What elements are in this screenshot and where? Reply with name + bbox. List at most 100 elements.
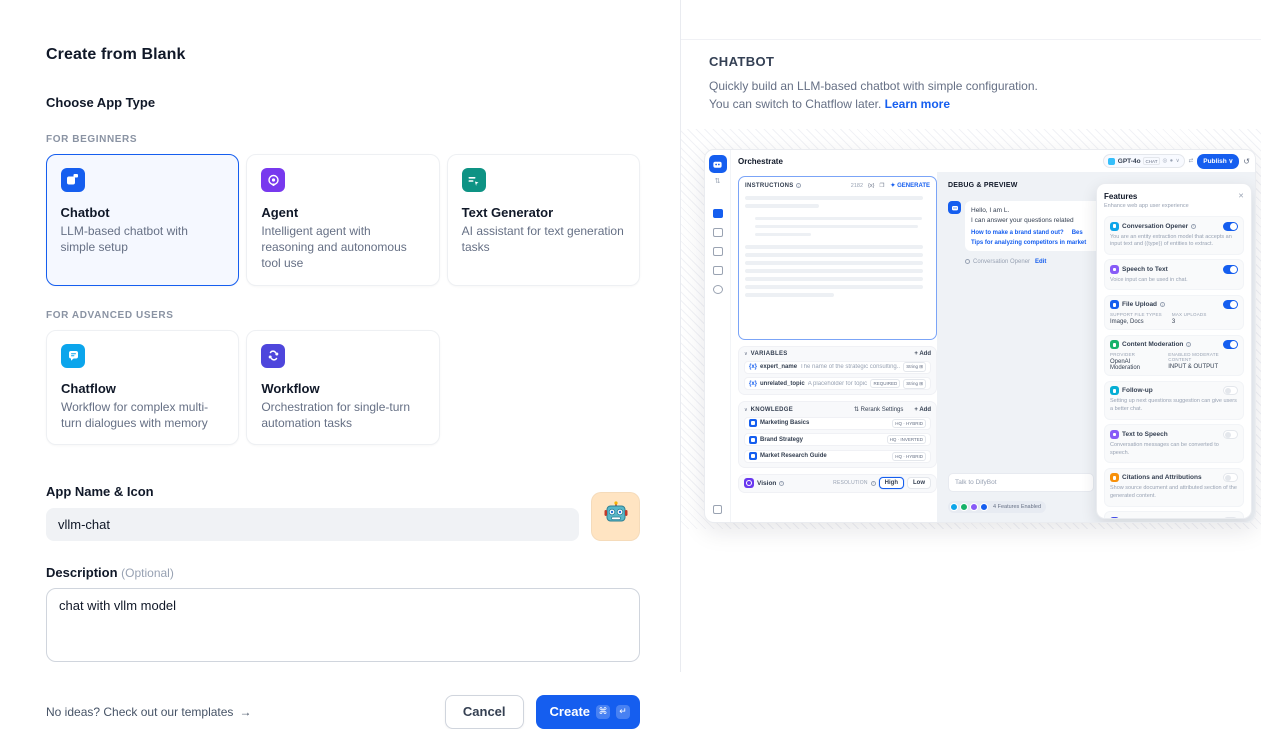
resolution-high-button: High xyxy=(879,477,904,489)
document-icon xyxy=(749,452,757,460)
bot-avatar xyxy=(709,155,727,173)
knowledge-row: Market Research Guide HQ · HYBRID xyxy=(744,450,931,463)
suggestion-link: Tips for analyzing competitors in market xyxy=(971,240,1086,246)
app-type-name: Chatflow xyxy=(61,381,224,396)
instructions-panel: INSTRUCTIONS i 2182 {x} ❐ ✦ GENERATE xyxy=(738,176,937,340)
app-name-label: App Name & Icon xyxy=(46,484,579,499)
feature-toggle[interactable] xyxy=(1223,265,1238,274)
nav-orchestrate-icon xyxy=(713,209,723,218)
feature-toggle[interactable] xyxy=(1223,430,1238,439)
vision-row: Vision i RESOLUTION i High Low xyxy=(738,474,937,493)
app-type-card-chatflow[interactable]: Chatflow Workflow for complex multi-turn… xyxy=(46,330,239,445)
arrow-right-icon: → xyxy=(239,705,251,719)
for-beginners-label: FOR BEGINNERS xyxy=(46,134,640,145)
cmd-key-icon: ⌘ xyxy=(596,705,610,719)
info-icon: i xyxy=(779,481,784,486)
create-from-blank-panel: Create from Blank Choose App Type FOR BE… xyxy=(0,0,680,672)
gear-icon: ● xyxy=(1170,158,1173,164)
app-type-card-chatbot[interactable]: Chatbot LLM-based chatbot with simple se… xyxy=(46,154,239,286)
edit-opener-link: Edit xyxy=(1035,259,1046,265)
chatflow-icon xyxy=(61,344,85,368)
content-moderation-icon xyxy=(1110,340,1119,349)
create-button[interactable]: Create ⌘ ↵ xyxy=(536,695,640,729)
info-icon: i xyxy=(1186,342,1191,347)
rail-bottom-icon xyxy=(713,505,722,514)
app-type-name: Agent xyxy=(261,205,424,220)
preview-top-strip xyxy=(681,0,1261,40)
nav-settings-icon xyxy=(713,285,723,294)
app-type-name: Chatbot xyxy=(61,205,225,220)
feature-card-conversation-opener: Conversation Opener i You are an entity … xyxy=(1104,216,1244,255)
model-selector: GPT-4o CHAT ◎ ● ∨ xyxy=(1103,154,1184,168)
feature-card-speech-to-text: Speech to Text Voice input can be used i… xyxy=(1104,259,1244,290)
file-upload-icon xyxy=(1110,300,1119,309)
description-textarea[interactable]: chat with vllm model xyxy=(46,588,640,662)
text-generator-icon xyxy=(462,168,486,192)
features-panel: Features Enhance web app user experience… xyxy=(1096,183,1252,519)
robot-emoji-icon xyxy=(602,500,630,533)
text-to-speech-icon xyxy=(1110,430,1119,439)
knowledge-panel: ∨ KNOWLEDGE ⇅ Rerank Settings + Add Mark… xyxy=(738,401,937,468)
app-type-desc: Workflow for complex multi-turn dialogue… xyxy=(61,399,224,431)
add-knowledge-button: + Add xyxy=(914,407,931,413)
document-icon xyxy=(749,419,757,427)
variables-icon: {x} xyxy=(868,183,874,189)
speech-to-text-mini-icon xyxy=(970,503,978,511)
nav-docs-icon xyxy=(713,266,723,275)
instructions-placeholder-lines xyxy=(745,196,930,297)
templates-link[interactable]: No ideas? Check out our templates → xyxy=(46,705,251,719)
document-icon xyxy=(749,436,757,444)
copy-icon: ❐ xyxy=(879,183,884,189)
close-icon: ✕ xyxy=(1238,192,1244,200)
feature-card-follow-up: Follow-up Setting up next questions sugg… xyxy=(1104,381,1244,420)
app-type-desc: Orchestration for single-turn automation… xyxy=(261,399,424,431)
char-count: 2182 xyxy=(851,183,863,189)
workflow-icon xyxy=(261,344,285,368)
speech-to-text-icon xyxy=(1110,265,1119,274)
add-variable-button: + Add xyxy=(914,351,931,357)
app-icon-picker[interactable] xyxy=(591,492,640,541)
info-icon: i xyxy=(1160,302,1165,307)
content-moderation-mini-icon xyxy=(960,503,968,511)
app-type-desc: LLM-based chatbot with simple setup xyxy=(61,223,225,255)
feature-toggle[interactable] xyxy=(1223,222,1238,231)
preview-description: Quickly build an LLM-based chatbot with … xyxy=(709,77,1059,113)
nav-logs-icon xyxy=(713,247,723,256)
app-type-desc: Intelligent agent with reasoning and aut… xyxy=(261,223,424,272)
annotation-reply-icon xyxy=(1110,517,1119,519)
app-type-card-text-generator[interactable]: Text Generator AI assistant for text gen… xyxy=(447,154,640,286)
feature-toggle[interactable] xyxy=(1223,340,1238,349)
feature-toggle[interactable] xyxy=(1223,517,1238,519)
feature-toggle[interactable] xyxy=(1223,473,1238,482)
feature-card-file-upload: File Upload i SUPPORT FILE TYPESImage, D… xyxy=(1104,295,1244,331)
learn-more-link[interactable]: Learn more xyxy=(885,97,950,111)
description-label: Description xyxy=(46,565,118,580)
agent-icon xyxy=(261,168,285,192)
chat-input: Talk to DifyBot xyxy=(948,473,1094,492)
rerank-settings-button: ⇅ Rerank Settings xyxy=(854,406,903,413)
vision-icon xyxy=(744,478,754,488)
preview-config-column: INSTRUCTIONS i 2182 {x} ❐ ✦ GENERATE xyxy=(731,172,937,522)
app-type-card-agent[interactable]: Agent Intelligent agent with reasoning a… xyxy=(246,154,439,286)
bot-message-bubble: Hello, I am L. I can answer your questio… xyxy=(965,201,1117,251)
app-name-input[interactable] xyxy=(46,508,579,541)
preview-topbar: Orchestrate GPT-4o CHAT ◎ ● ∨ ⇄ Publish … xyxy=(731,150,1255,172)
chatbot-preview-screenshot: ⇅ Orchestrate GPT-4o xyxy=(704,149,1256,523)
variable-row: {x} unrelated_topic A placeholder for to… xyxy=(744,377,931,390)
variables-panel: ∨ VARIABLES + Add {x} expert_name The na… xyxy=(738,346,937,395)
app-type-card-workflow[interactable]: Workflow Orchestration for single-turn a… xyxy=(246,330,439,445)
feature-toggle[interactable] xyxy=(1223,386,1238,395)
chevron-down-icon: ∨ xyxy=(1176,158,1180,164)
swap-icon: ⇅ xyxy=(715,177,721,185)
resolution-low-button: Low xyxy=(907,477,931,489)
generate-button: ✦ GENERATE xyxy=(890,182,930,189)
beginner-app-type-cards: Chatbot LLM-based chatbot with simple se… xyxy=(46,154,640,286)
history-icon: ↺ xyxy=(1243,157,1250,166)
for-advanced-users-label: FOR ADVANCED USERS xyxy=(46,310,640,321)
lock-icon: ◎ xyxy=(1162,158,1167,164)
feature-card-citations: Citations and Attributions Show source d… xyxy=(1104,468,1244,507)
knowledge-row: Marketing Basics HQ · HYBRID xyxy=(744,417,931,430)
cancel-button[interactable]: Cancel xyxy=(445,695,524,729)
feature-toggle[interactable] xyxy=(1223,300,1238,309)
features-enabled-badge: 4 Features Enabled xyxy=(948,501,1046,513)
